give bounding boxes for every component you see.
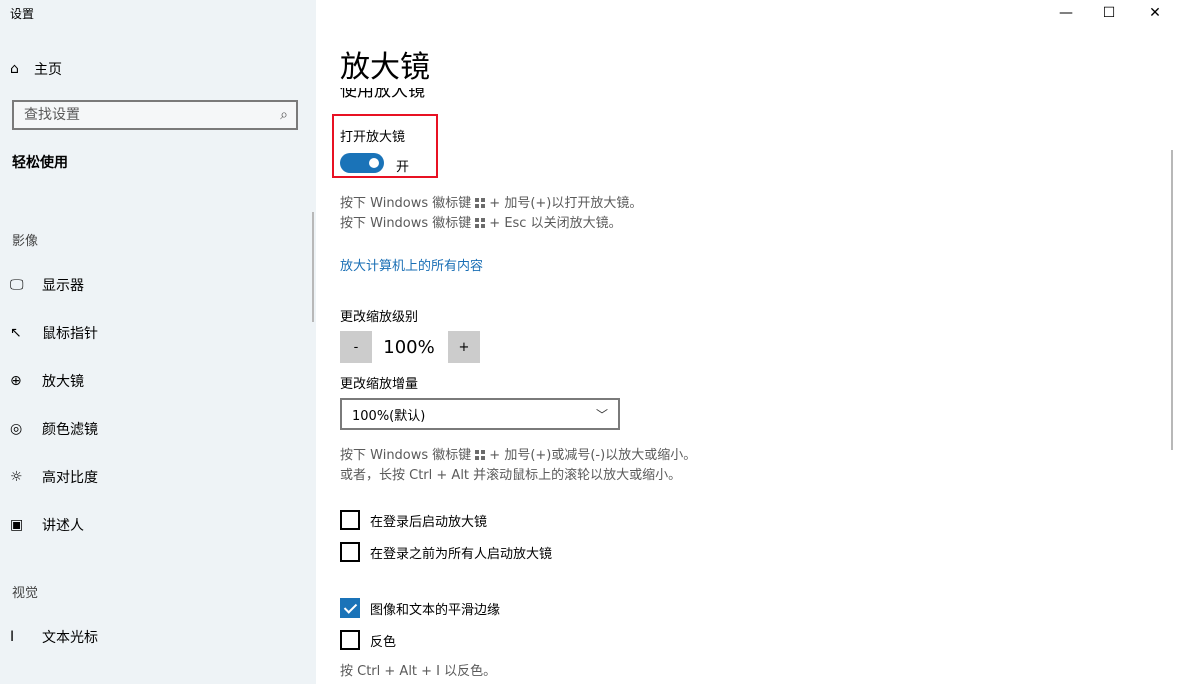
- windows-logo-icon: [475, 218, 486, 228]
- checkbox-label: 在登录之前为所有人启动放大镜: [370, 546, 553, 562]
- maximize-button[interactable]: ☐: [1086, 0, 1132, 26]
- checkbox-label: 图像和文本的平滑边缘: [370, 602, 501, 618]
- sidebar-item-label: 显示器: [42, 278, 84, 294]
- sidebar-item-magnifier[interactable]: ⊕ 放大镜: [10, 369, 84, 393]
- zoom-increment-dropdown[interactable]: 100%(默认) ﹀: [340, 398, 620, 430]
- sidebar-item-label: 讲述人: [42, 518, 84, 534]
- section-label-vision: 视觉: [12, 586, 39, 601]
- checkbox[interactable]: [340, 630, 360, 650]
- checkbox-label: 反色: [370, 634, 397, 650]
- sidebar-item-narrator[interactable]: ▣ 讲述人: [10, 513, 84, 537]
- text-cursor-icon: I: [10, 629, 15, 645]
- home-label: 主页: [34, 62, 62, 78]
- sidebar-item-text-cursor[interactable]: I 文本光标: [10, 625, 98, 649]
- zoom-increment-value: 100%(默认): [352, 408, 426, 424]
- zoom-hint-keyboard: 按下 Windows 徽标键 + 加号(+)或减号(-)以放大或缩小。: [340, 448, 697, 463]
- close-button[interactable]: ✕: [1132, 0, 1178, 26]
- checkbox-invert-colors[interactable]: 反色: [340, 629, 396, 651]
- sidebar-item-label: 放大镜: [42, 374, 84, 390]
- section-heading-text: 使用放大镜: [340, 88, 425, 101]
- sidebar-item-high-contrast[interactable]: ☼ 高对比度: [10, 465, 98, 489]
- minimize-button[interactable]: —: [1043, 0, 1089, 26]
- sidebar-item-color-filters[interactable]: ◎ 颜色滤镜: [10, 417, 98, 441]
- checkbox-smooth-edges[interactable]: 图像和文本的平滑边缘: [340, 597, 500, 619]
- section-label-imaging: 影像: [12, 234, 39, 249]
- sidebar-item-label: 颜色滤镜: [42, 422, 98, 438]
- zoom-in-button[interactable]: +: [448, 331, 480, 363]
- zoom-level-label: 更改缩放级别: [340, 310, 419, 325]
- magnifier-icon: ⊕: [10, 373, 22, 389]
- category-heading: 轻松使用: [12, 155, 68, 171]
- narrator-icon: ▣: [10, 517, 24, 533]
- mouse-pointer-icon: ↖: [10, 325, 22, 341]
- zoom-everything-link[interactable]: 放大计算机上的所有内容: [340, 255, 483, 274]
- zoom-increment-label: 更改缩放增量: [340, 377, 419, 392]
- zoom-hint-mouse: 或者，长按 Ctrl + Alt 并滚动鼠标上的滚轮以放大或缩小。: [340, 468, 682, 483]
- search-icon[interactable]: ⌕: [272, 107, 296, 123]
- main-scrollbar[interactable]: [1171, 150, 1173, 450]
- sidebar-scrollbar[interactable]: [312, 212, 314, 322]
- sidebar-item-label: 鼠标指针: [42, 326, 98, 342]
- monitor-icon: 🖵: [10, 277, 24, 293]
- checkbox-checked[interactable]: [340, 598, 360, 618]
- windows-logo-icon: [475, 450, 486, 460]
- sidebar-item-mouse-pointer[interactable]: ↖ 鼠标指针: [10, 321, 98, 345]
- checkbox-label: 在登录后启动放大镜: [370, 514, 488, 530]
- checkbox[interactable]: [340, 542, 360, 562]
- main-pane: — ☐ ✕ 放大镜 使用放大镜 打开放大镜 开 按下 Windows 徽标键 + …: [316, 0, 1179, 684]
- color-palette-icon: ◎: [10, 421, 23, 437]
- page-title: 放大镜: [340, 50, 430, 85]
- brightness-icon: ☼: [10, 469, 23, 485]
- windows-logo-icon: [475, 198, 486, 208]
- sidebar-item-label: 文本光标: [42, 630, 98, 646]
- home-icon: ⌂: [10, 61, 19, 77]
- checkbox-start-before-signin[interactable]: 在登录之前为所有人启动放大镜: [340, 541, 552, 563]
- checkbox[interactable]: [340, 510, 360, 530]
- search-input[interactable]: [14, 106, 272, 124]
- app-title: 设置: [10, 7, 35, 21]
- shortcut-hint-open: 按下 Windows 徽标键 + 加号(+)以打开放大镜。: [340, 196, 643, 211]
- highlight-annotation-box: [332, 114, 438, 178]
- search-box[interactable]: ⌕: [12, 100, 298, 130]
- zoom-out-button[interactable]: -: [340, 331, 372, 363]
- chevron-down-icon: ﹀: [595, 407, 608, 422]
- sidebar: 设置 ⌂ 主页 ⌕ 轻松使用 影像 🖵 显示器 ↖ 鼠标指针 ⊕ 放大镜 ◎ 颜…: [0, 0, 316, 684]
- section-heading: 使用放大镜: [340, 88, 640, 101]
- invert-hint: 按 Ctrl + Alt + I 以反色。: [340, 664, 497, 679]
- sidebar-item-display[interactable]: 🖵 显示器: [10, 273, 84, 297]
- checkbox-start-after-signin[interactable]: 在登录后启动放大镜: [340, 509, 487, 531]
- shortcut-hint-close: 按下 Windows 徽标键 + Esc 以关闭放大镜。: [340, 216, 622, 231]
- home-nav-item[interactable]: ⌂ 主页: [10, 58, 62, 80]
- sidebar-item-label: 高对比度: [42, 470, 98, 486]
- zoom-level-value: 100%: [383, 337, 435, 358]
